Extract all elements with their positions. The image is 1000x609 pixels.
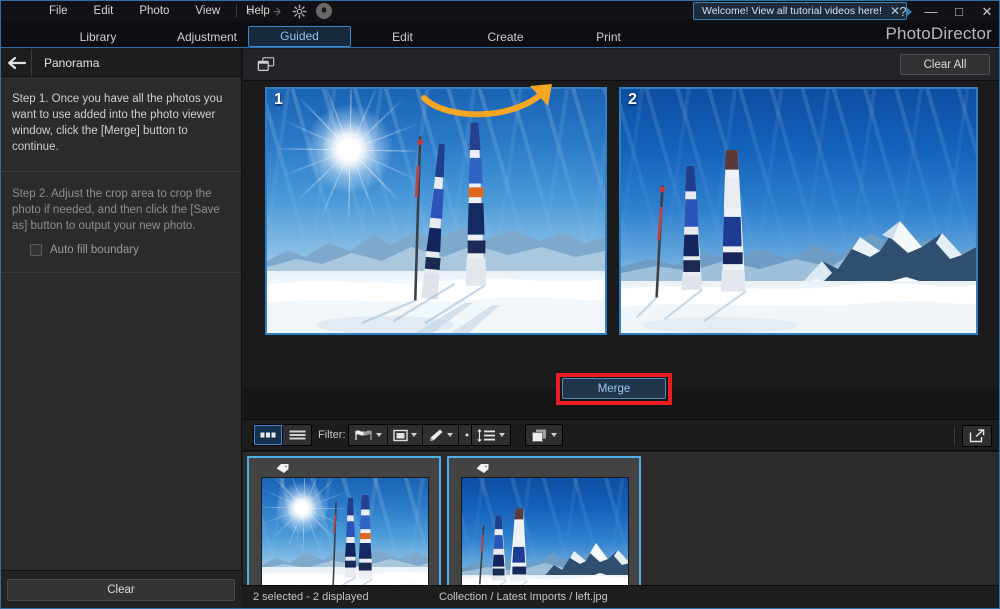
redo-icon[interactable] xyxy=(268,4,283,19)
tab-create[interactable]: Create xyxy=(454,27,557,47)
notification-bell-icon[interactable] xyxy=(316,3,332,19)
page-title: Panorama xyxy=(32,56,99,70)
step-2-text: Step 2. Adjust the crop area to crop the… xyxy=(12,186,229,234)
tag-icon[interactable] xyxy=(475,462,490,474)
edited-filter-icon[interactable] xyxy=(423,425,458,445)
tab-adjustment[interactable]: Adjustment xyxy=(150,27,264,47)
tag-icon[interactable] xyxy=(275,462,290,474)
grid-view-icon[interactable] xyxy=(254,425,282,445)
step-1-block: Step 1. Once you have all the photos you… xyxy=(0,77,241,172)
main-area: Clear All xyxy=(243,49,1000,609)
sidebar-header: Panorama xyxy=(0,49,241,77)
undo-icon[interactable] xyxy=(244,4,259,19)
tab-print[interactable]: Print xyxy=(557,27,660,47)
viewer-photo-1[interactable]: 1 xyxy=(265,87,607,335)
tab-edit[interactable]: Edit xyxy=(351,27,454,47)
help-button[interactable]: ? xyxy=(896,5,910,18)
module-tab-bar: Library Adjustment Guided Edit Create Pr… xyxy=(0,22,1000,48)
guided-sidebar: Panorama Step 1. Once you have all the p… xyxy=(0,49,242,609)
viewer-toolbar: Clear All xyxy=(243,49,1000,81)
open-external-icon[interactable] xyxy=(962,425,992,447)
clear-all-button[interactable]: Clear All xyxy=(900,54,990,75)
window-controls: ? — □ ✕ xyxy=(896,1,994,21)
back-arrow-icon[interactable] xyxy=(0,49,32,77)
selection-status: 2 selected - 2 displayed xyxy=(253,591,369,603)
menu-photo[interactable]: Photo xyxy=(136,2,172,20)
view-mode-group xyxy=(253,424,312,446)
filter-label: Filter: xyxy=(318,429,346,441)
photodirector-window: File Edit Photo View Help xyxy=(0,0,1000,609)
tab-library[interactable]: Library xyxy=(46,27,150,47)
sort-group xyxy=(471,424,511,446)
menu-view[interactable]: View xyxy=(192,2,223,20)
list-view-icon[interactable] xyxy=(283,425,311,445)
maximize-button[interactable]: □ xyxy=(952,5,966,18)
flag-filter-icon[interactable] xyxy=(349,425,387,445)
photo-2-image xyxy=(621,89,976,333)
merge-button-highlight-group: Merge xyxy=(556,373,672,405)
photo-viewer: 1 xyxy=(243,81,1000,387)
stack-layers-icon[interactable] xyxy=(526,425,562,445)
photo-2-number: 2 xyxy=(628,91,637,109)
photo-1-number: 1 xyxy=(274,91,283,109)
window-layout-icon[interactable] xyxy=(257,56,275,73)
sort-order-icon[interactable] xyxy=(472,425,510,445)
status-bar: 2 selected - 2 displayed Collection / La… xyxy=(243,585,1000,609)
photo-1-image xyxy=(267,89,605,333)
sidebar-footer: Clear xyxy=(0,570,242,609)
menu-file[interactable]: File xyxy=(46,2,71,20)
color-label-filter-icon[interactable] xyxy=(388,425,422,445)
welcome-banner-text: Welcome! View all tutorial videos here! xyxy=(702,5,882,17)
auto-fill-boundary-checkbox[interactable] xyxy=(30,244,42,256)
auto-fill-boundary-row[interactable]: Auto fill boundary xyxy=(12,234,229,256)
module-tabs-right: Guided Edit Create Print xyxy=(248,22,660,48)
toolbar-divider xyxy=(954,426,955,446)
step-2-block: Step 2. Adjust the crop area to crop the… xyxy=(0,172,241,273)
step-1-text: Step 1. Once you have all the photos you… xyxy=(12,91,229,155)
top-icon-group xyxy=(236,0,332,22)
auto-fill-boundary-label: Auto fill boundary xyxy=(50,244,139,256)
menu-edit[interactable]: Edit xyxy=(91,2,117,20)
clear-button[interactable]: Clear xyxy=(7,579,235,601)
gear-icon[interactable] xyxy=(292,4,307,19)
stack-group xyxy=(525,424,563,446)
tab-guided[interactable]: Guided xyxy=(248,26,351,47)
current-path: Collection / Latest Imports / left.jpg xyxy=(439,591,608,603)
minimize-button[interactable]: — xyxy=(924,5,938,18)
menu-bar: File Edit Photo View Help xyxy=(0,0,1000,22)
close-button[interactable]: ✕ xyxy=(980,5,994,18)
app-brand-title: PhotoDirector xyxy=(885,24,992,44)
welcome-banner[interactable]: Welcome! View all tutorial videos here! … xyxy=(693,2,907,20)
module-tabs-left: Library Adjustment xyxy=(46,22,264,48)
merge-button[interactable]: Merge xyxy=(562,378,666,399)
viewer-photo-2[interactable]: 2 xyxy=(619,87,978,335)
library-filter-toolbar: Filter: xyxy=(243,419,1000,451)
